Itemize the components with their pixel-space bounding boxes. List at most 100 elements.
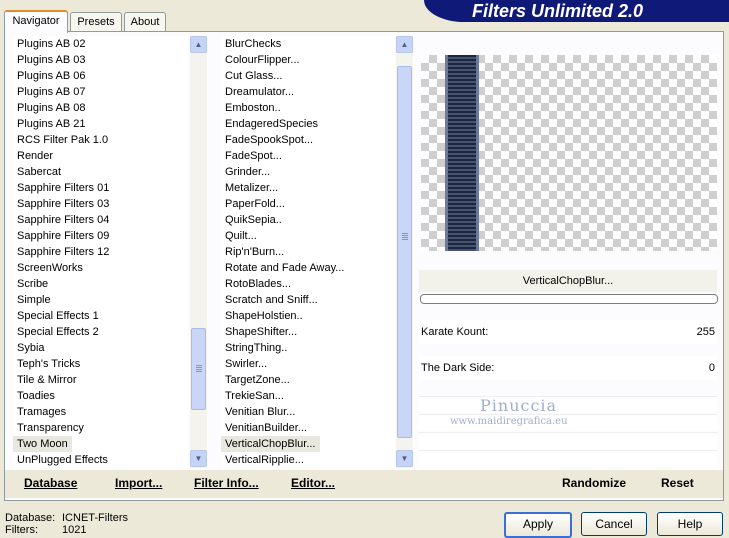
list-item[interactable]: Two Moon (13, 436, 188, 452)
list-item-label: Sapphire Filters 01 (17, 182, 110, 194)
list-item[interactable]: Quilt... (221, 228, 395, 244)
list-item[interactable]: Special Effects 1 (13, 308, 188, 324)
filter-scrollbar[interactable]: ▲ ▼ (396, 36, 413, 468)
list-item-label: VerticalChopBlur... (221, 436, 320, 452)
param-row-karate-kount[interactable]: Karate Kount: 255 (419, 320, 717, 344)
scroll-up-arrow-icon[interactable]: ▲ (396, 36, 413, 53)
list-item[interactable]: StringThing.. (221, 340, 395, 356)
list-item-label: Plugins AB 08 (17, 102, 86, 114)
param-label: The Dark Side: (421, 362, 495, 374)
list-item[interactable]: BlurChecks (221, 36, 395, 52)
list-item-label: Plugins AB 07 (17, 86, 86, 98)
list-item[interactable]: Simple (13, 292, 188, 308)
tab-about[interactable]: About (124, 12, 166, 31)
scroll-down-arrow-icon[interactable]: ▼ (396, 450, 413, 467)
list-item[interactable]: VerticalRipplie... (221, 452, 395, 468)
list-item[interactable]: Dreamulator... (221, 84, 395, 100)
param-row-empty (419, 450, 717, 467)
scroll-down-arrow-icon[interactable]: ▼ (190, 450, 207, 467)
list-item[interactable]: Sapphire Filters 03 (13, 196, 188, 212)
list-item[interactable]: Scratch and Sniff... (221, 292, 395, 308)
list-item-label: FadeSpot... (225, 150, 282, 162)
list-item[interactable]: Tramages (13, 404, 188, 420)
tab-navigator[interactable]: Navigator (4, 10, 68, 33)
list-item[interactable]: UnPlugged Effects (13, 452, 188, 468)
filter-scroll-thumb[interactable] (397, 66, 412, 438)
list-item[interactable]: Toadies (13, 388, 188, 404)
list-item[interactable]: Plugins AB 08 (13, 100, 188, 116)
list-item-label: RotoBlades... (225, 278, 292, 290)
filter-list[interactable]: BlurChecks ColourFlipper... Cut Glass... Dr… (221, 36, 395, 468)
param-row-dark-side[interactable]: The Dark Side: 0 (419, 356, 717, 380)
list-item-label: Special Effects 2 (17, 326, 99, 338)
list-item[interactable]: Transparency (13, 420, 188, 436)
list-item-label: BlurChecks (225, 38, 282, 50)
list-item[interactable]: Sapphire Filters 12 (13, 244, 188, 260)
list-item[interactable]: Plugins AB 03 (13, 52, 188, 68)
list-item[interactable]: FadeSpot... (221, 148, 395, 164)
list-item[interactable]: Plugins AB 02 (13, 36, 188, 52)
list-item[interactable]: RotoBlades... (221, 276, 395, 292)
list-item[interactable]: Teph's Tricks (13, 356, 188, 372)
help-button[interactable]: Help (657, 512, 723, 536)
list-item[interactable]: Render (13, 148, 188, 164)
list-item-label: ColourFlipper... (225, 54, 300, 66)
list-item[interactable]: Sapphire Filters 01 (13, 180, 188, 196)
import-button[interactable]: Import... (115, 476, 162, 490)
list-item[interactable]: Sabercat (13, 164, 188, 180)
list-item[interactable]: QuikSepia.. (221, 212, 395, 228)
filter-info-button[interactable]: Filter Info... (194, 476, 259, 490)
list-item[interactable]: TargetZone... (221, 372, 395, 388)
list-item[interactable]: VerticalChopBlur... (221, 436, 395, 452)
cancel-button[interactable]: Cancel (581, 512, 647, 536)
list-item[interactable]: Rip'n'Burn... (221, 244, 395, 260)
list-item[interactable]: Swirler... (221, 356, 395, 372)
list-item[interactable]: EndageredSpecies (221, 116, 395, 132)
list-item[interactable]: RCS Filter Pak 1.0 (13, 132, 188, 148)
list-item[interactable]: Cut Glass... (221, 68, 395, 84)
param-row-empty (419, 396, 717, 413)
list-item[interactable]: TrekieSan... (221, 388, 395, 404)
list-item[interactable]: ScreenWorks (13, 260, 188, 276)
list-item-label: Tile & Mirror (17, 374, 77, 386)
list-item[interactable]: Tile & Mirror (13, 372, 188, 388)
list-item-label: Sapphire Filters 03 (17, 198, 110, 210)
editor-button[interactable]: Editor... (291, 476, 335, 490)
category-list[interactable]: Plugins AB 02 Plugins AB 03 Plugins AB 06 P… (13, 36, 188, 468)
preview-image (421, 55, 717, 251)
list-item[interactable]: ShapeHolstien.. (221, 308, 395, 324)
randomize-button[interactable]: Randomize (562, 476, 626, 490)
list-item[interactable]: Rotate and Fade Away... (221, 260, 395, 276)
tab-presets[interactable]: Presets (70, 12, 122, 31)
list-item[interactable]: Sapphire Filters 09 (13, 228, 188, 244)
list-item[interactable]: Plugins AB 06 (13, 68, 188, 84)
category-scroll-thumb[interactable] (191, 328, 206, 410)
list-item-label: Rip'n'Burn... (225, 246, 285, 258)
reset-button[interactable]: Reset (661, 476, 694, 490)
list-item[interactable]: Metalizer... (221, 180, 395, 196)
list-item[interactable]: Scribe (13, 276, 188, 292)
list-item[interactable]: FadeSpookSpot... (221, 132, 395, 148)
list-item[interactable]: Grinder... (221, 164, 395, 180)
list-item[interactable]: Sybia (13, 340, 188, 356)
list-item-label: Plugins AB 06 (17, 70, 86, 82)
apply-button[interactable]: Apply (504, 512, 572, 538)
list-item[interactable]: Venitian Blur... (221, 404, 395, 420)
param-value[interactable]: 255 (697, 320, 715, 344)
category-scrollbar[interactable]: ▲ ▼ (190, 36, 207, 468)
list-item[interactable]: Sapphire Filters 04 (13, 212, 188, 228)
list-item[interactable]: PaperFold... (221, 196, 395, 212)
list-item[interactable]: Special Effects 2 (13, 324, 188, 340)
list-item[interactable]: Plugins AB 07 (13, 84, 188, 100)
list-item-label: Scribe (17, 278, 49, 290)
list-item[interactable]: Plugins AB 21 (13, 116, 188, 132)
database-button[interactable]: Database (24, 476, 77, 490)
scroll-up-arrow-icon[interactable]: ▲ (190, 36, 207, 53)
list-item[interactable]: ShapeShifter... (221, 324, 395, 340)
param-value[interactable]: 0 (709, 356, 715, 380)
app-title: Filters Unlimited 2.0 (472, 1, 644, 21)
list-item[interactable]: Emboston.. (221, 100, 395, 116)
list-item[interactable]: VenitianBuilder... (221, 420, 395, 436)
list-item[interactable]: ColourFlipper... (221, 52, 395, 68)
preview-stripe (445, 55, 479, 251)
